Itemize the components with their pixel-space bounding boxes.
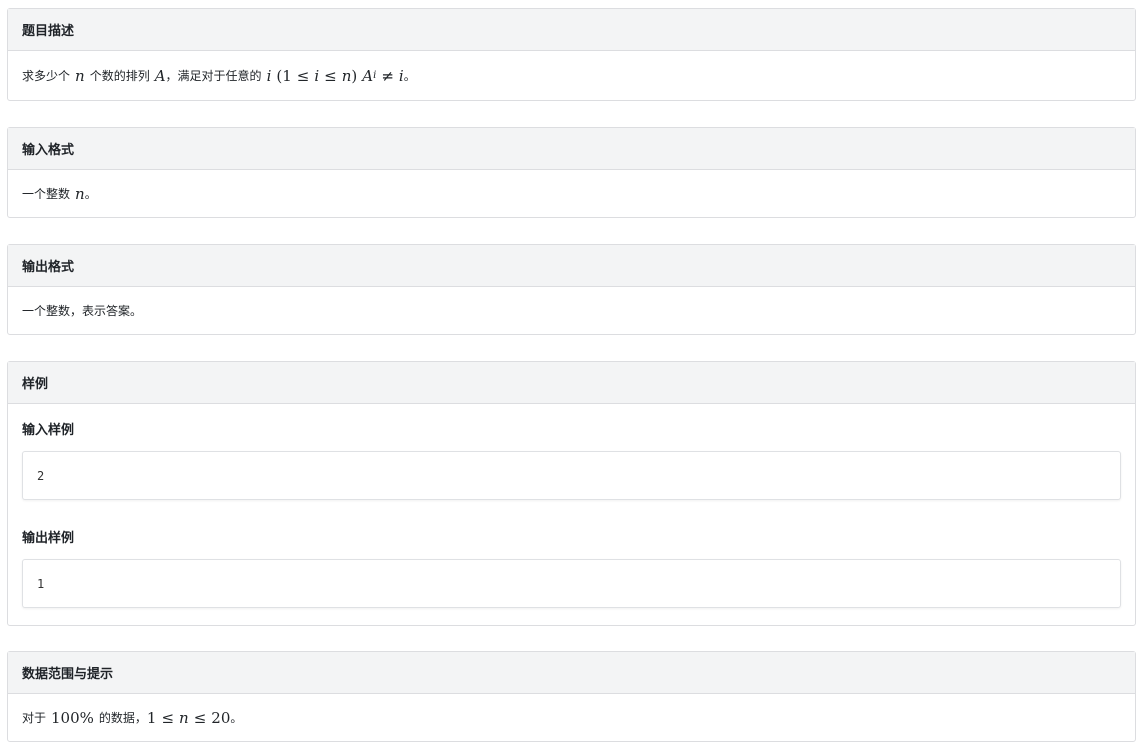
input-format-text: 一个整数 xyxy=(22,187,71,201)
math-neq: ≠ xyxy=(381,66,394,85)
math-percent: 100% xyxy=(51,708,94,727)
input-sample-box[interactable]: 2 xyxy=(22,451,1121,500)
output-format-title: 输出格式 xyxy=(22,260,75,275)
math-n: n xyxy=(179,708,189,727)
hint-header: 数据范围与提示 xyxy=(8,652,1135,694)
output-format-header: 输出格式 xyxy=(8,245,1135,287)
samples-title: 样例 xyxy=(22,377,49,392)
math-i: i xyxy=(266,66,272,85)
math-one: 1 xyxy=(146,708,157,727)
math-le: ≤ xyxy=(296,66,310,85)
problem-description-panel: 题目描述 求多少个 n 个数的排列 A ，满足对于任意的 i (1 ≤ i ≤ … xyxy=(7,8,1136,101)
input-format-header: 输入格式 xyxy=(8,128,1135,170)
hint-title: 数据范围与提示 xyxy=(22,667,114,682)
hint-text-1: 对于 xyxy=(22,711,47,725)
math-paren-open: (1 xyxy=(276,66,292,85)
problem-description-header: 题目描述 xyxy=(8,9,1135,51)
samples-panel: 样例 输入样例 2 输出样例 1 xyxy=(7,361,1136,626)
math-n: n xyxy=(341,66,352,85)
problem-text-1: 求多少个 xyxy=(22,69,71,83)
problem-description-title: 题目描述 xyxy=(22,24,75,39)
hint-text-2: 的数据， xyxy=(98,711,147,725)
problem-text-end: 。 xyxy=(403,69,416,83)
samples-header: 样例 xyxy=(8,362,1135,404)
input-sample-value: 2 xyxy=(37,468,45,483)
math-subscript-i: i xyxy=(373,70,377,81)
math-le: ≤ xyxy=(161,708,175,727)
input-format-text-end: 。 xyxy=(84,187,97,201)
output-format-text: 一个整数，表示答案。 xyxy=(22,304,143,318)
problem-text-2: 个数的排列 xyxy=(89,69,150,83)
input-sample-label: 输入样例 xyxy=(22,423,75,438)
math-i: i xyxy=(314,66,320,85)
output-sample-label: 输出样例 xyxy=(22,531,75,546)
problem-text-3: ，满足对于任意的 xyxy=(165,69,262,83)
math-twenty: 20 xyxy=(211,708,231,727)
input-format-title: 输入格式 xyxy=(22,143,75,158)
output-format-body: 一个整数，表示答案。 xyxy=(8,287,1135,334)
math-n: n xyxy=(75,184,85,203)
hint-body: 对于 100% 的数据， 1 ≤ n ≤ 20 。 xyxy=(8,694,1135,741)
output-format-panel: 输出格式 一个整数，表示答案。 xyxy=(7,244,1136,335)
math-A-subscript: A xyxy=(362,66,374,85)
problem-description-body: 求多少个 n 个数的排列 A ，满足对于任意的 i (1 ≤ i ≤ n ) A… xyxy=(8,51,1135,100)
math-paren-close: ) xyxy=(351,66,358,85)
hint-panel: 数据范围与提示 对于 100% 的数据， 1 ≤ n ≤ 20 。 xyxy=(7,651,1136,742)
input-format-body: 一个整数 n 。 xyxy=(8,170,1135,217)
output-sample-box[interactable]: 1 xyxy=(22,559,1121,608)
output-sample-value: 1 xyxy=(37,576,45,591)
math-A: A xyxy=(154,66,166,85)
samples-body: 输入样例 2 输出样例 1 xyxy=(8,404,1135,625)
math-le: ≤ xyxy=(193,708,207,727)
math-n: n xyxy=(75,66,85,85)
hint-text-end: 。 xyxy=(230,711,243,725)
math-le: ≤ xyxy=(324,66,337,85)
input-format-panel: 输入格式 一个整数 n 。 xyxy=(7,127,1136,218)
